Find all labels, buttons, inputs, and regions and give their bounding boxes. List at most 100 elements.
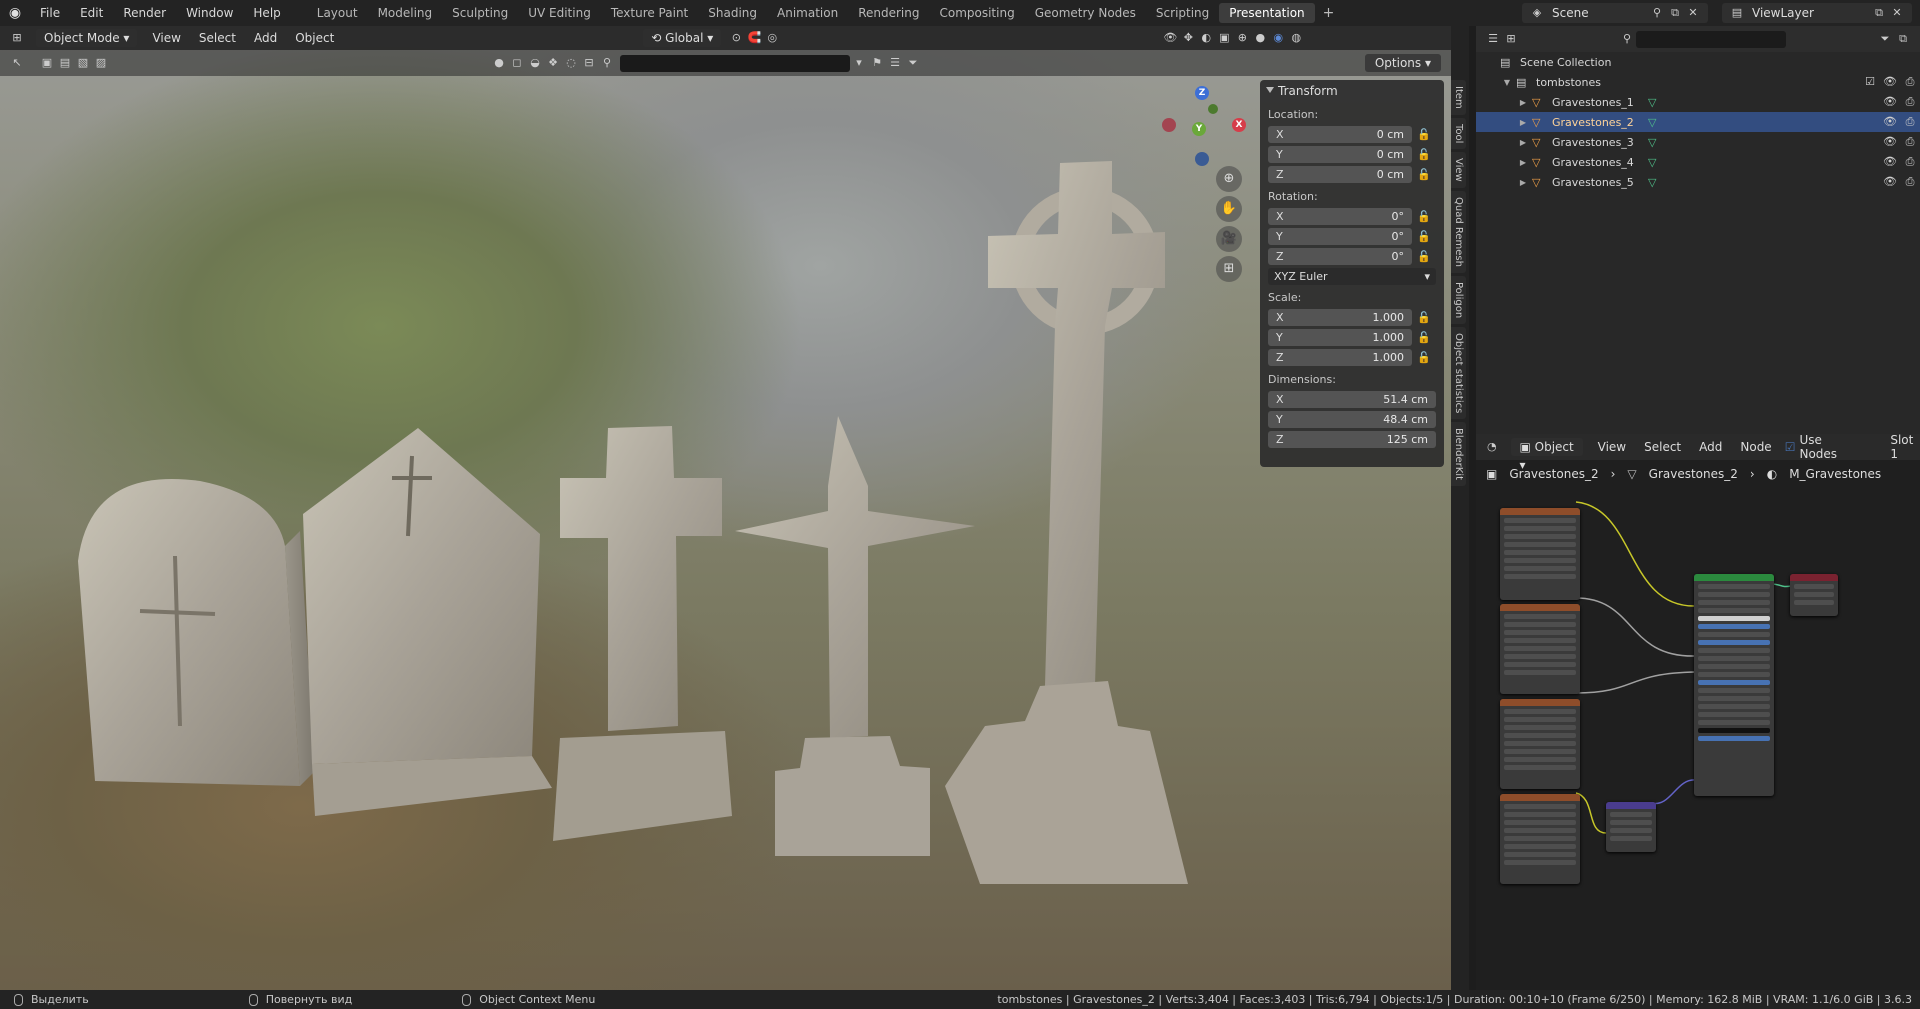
gizmo-y-axis[interactable]: Y <box>1192 122 1206 136</box>
breadcrumb-material[interactable]: M_Gravestones <box>1789 467 1881 481</box>
rotation-x-field[interactable]: X 0° <box>1268 207 1412 225</box>
lock-icon[interactable]: 🔓 <box>1412 331 1436 344</box>
location-z-field[interactable]: Z0 cm <box>1268 165 1412 183</box>
dimensions-y-field[interactable]: Y 48.4 cm <box>1268 410 1436 428</box>
lock-icon[interactable]: 🔓 <box>1412 351 1436 364</box>
pin-icon[interactable]: ⚲ <box>1648 4 1666 22</box>
camera-icon[interactable]: ⎙ <box>1900 75 1920 89</box>
proportional-edit-icon[interactable]: ◎ <box>763 29 781 47</box>
dimensions-z-field[interactable]: Z 125 cm <box>1268 430 1436 448</box>
tab-layout[interactable]: Layout <box>307 3 368 23</box>
tab-item[interactable]: Item <box>1451 80 1466 115</box>
asset-type-brush-icon[interactable]: ⊟ <box>580 54 598 72</box>
tab-geometry-nodes[interactable]: Geometry Nodes <box>1025 3 1146 23</box>
menu-object[interactable]: Object <box>286 31 343 45</box>
zoom-icon[interactable]: ⊕ <box>1216 166 1242 192</box>
camera-icon[interactable]: ⎙ <box>1900 155 1920 169</box>
eye-icon[interactable]: 👁 <box>1880 175 1900 189</box>
visibility-icon[interactable]: 👁 <box>1161 29 1179 47</box>
camera-icon[interactable]: ⎙ <box>1900 115 1920 129</box>
lock-icon[interactable]: 🔓 <box>1412 210 1436 223</box>
tab-animation[interactable]: Animation <box>767 3 848 23</box>
select-tool-icon[interactable]: ↖ <box>8 54 26 72</box>
tab-poligon[interactable]: Poligon <box>1451 275 1466 325</box>
select-invert-icon[interactable]: ▨ <box>92 54 110 72</box>
gravestone-4[interactable] <box>735 416 975 856</box>
outliner-item[interactable]: ▶ ▽ Gravestones_1 ▽ 👁 ⎙ <box>1476 92 1920 112</box>
transform-panel-title[interactable]: Transform <box>1260 80 1444 102</box>
gizmo-neg-z-axis[interactable] <box>1195 152 1209 166</box>
display-mode-icon[interactable]: ⊞ <box>1502 30 1520 48</box>
location-x-field[interactable]: X0 cm <box>1268 125 1412 143</box>
use-nodes-label[interactable]: Use Nodes <box>1799 433 1854 461</box>
scale-z-field[interactable]: Z 1.000 <box>1268 348 1412 366</box>
shader-node-editor[interactable]: ◔ ▣ Object ▾ View Select Add Node ☑ Use … <box>1476 433 1920 990</box>
camera-view-icon[interactable]: 🎥 <box>1216 226 1242 252</box>
view-layer-name[interactable]: ViewLayer <box>1752 6 1870 20</box>
expand-icon[interactable]: ▶ <box>1518 98 1528 107</box>
menu-window[interactable]: Window <box>176 0 243 26</box>
tab-sculpting[interactable]: Sculpting <box>442 3 518 23</box>
asset-type-model-icon[interactable]: ◻ <box>508 54 526 72</box>
mode-selector[interactable]: Object Mode ▾ <box>36 29 138 47</box>
tab-presentation[interactable]: Presentation <box>1219 3 1315 23</box>
outliner-item[interactable]: ▶ ▽ Gravestones_3 ▽ 👁 ⎙ <box>1476 132 1920 152</box>
location-y-field[interactable]: Y0 cm <box>1268 145 1412 163</box>
gravestone-2[interactable] <box>303 428 552 816</box>
breadcrumb-mesh[interactable]: Gravestones_2 <box>1649 467 1738 481</box>
expand-icon[interactable]: ▼ <box>1502 78 1512 87</box>
rotation-y-field[interactable]: Y 0° <box>1268 227 1412 245</box>
eye-icon[interactable]: 👁 <box>1880 135 1900 149</box>
filter-icon[interactable]: ⏷ <box>904 54 922 72</box>
tab-compositing[interactable]: Compositing <box>929 3 1024 23</box>
asset-type-material-icon[interactable]: ◒ <box>526 54 544 72</box>
filter-icon[interactable]: ⏷ <box>1876 30 1894 48</box>
remove-view-layer-icon[interactable]: ✕ <box>1888 4 1906 22</box>
expand-icon[interactable]: ▶ <box>1518 178 1528 187</box>
menu-node[interactable]: Node <box>1731 440 1780 454</box>
select-box-icon[interactable]: ▣ <box>38 54 56 72</box>
sort-icon[interactable]: ☰ <box>886 54 904 72</box>
principled-bsdf-node[interactable] <box>1694 574 1774 796</box>
asset-type-scene-icon[interactable]: ❖ <box>544 54 562 72</box>
camera-icon[interactable]: ⎙ <box>1900 135 1920 149</box>
new-collection-icon[interactable]: ⧉ <box>1894 30 1912 48</box>
rotation-z-field[interactable]: Z 0° <box>1268 247 1412 265</box>
material-output-node[interactable] <box>1790 574 1838 616</box>
shading-solid-icon[interactable]: ● <box>1251 29 1269 47</box>
eye-icon[interactable]: 👁 <box>1880 95 1900 109</box>
gravestone-5[interactable] <box>945 161 1188 884</box>
scene-collection-row[interactable]: ▤ Scene Collection <box>1476 52 1920 72</box>
gizmo-neg-x-axis[interactable] <box>1162 118 1176 132</box>
gravestone-3[interactable] <box>553 426 732 841</box>
lock-icon[interactable]: 🔓 <box>1412 311 1436 324</box>
pan-hand-icon[interactable]: ✋ <box>1216 196 1242 222</box>
ortho-toggle-icon[interactable]: ⊞ <box>1216 256 1242 282</box>
menu-select[interactable]: Select <box>190 31 245 45</box>
lock-icon[interactable]: 🔓 <box>1412 230 1436 243</box>
3d-viewport[interactable]: ⊞ Object Mode ▾ View Select Add Object ⟲… <box>0 26 1451 990</box>
xray-icon[interactable]: ▣ <box>1215 29 1233 47</box>
tab-blenderkit[interactable]: BlenderKit <box>1451 422 1466 487</box>
pivot-icon[interactable]: ⊙ <box>727 29 745 47</box>
options-button[interactable]: Options ▾ <box>1364 54 1441 72</box>
editor-type-icon[interactable]: ⊞ <box>8 29 26 47</box>
rotation-mode-select[interactable]: XYZ Euler ▾ <box>1268 268 1436 285</box>
editor-type-icon[interactable]: ☰ <box>1484 30 1502 48</box>
menu-edit[interactable]: Edit <box>70 0 113 26</box>
collection-row[interactable]: ▼ ▤ tombstones ☑ 👁 ⎙ <box>1476 72 1920 92</box>
outliner-item-selected[interactable]: ▶ ▽ Gravestones_2 ▽ 👁 ⎙ <box>1476 112 1920 132</box>
tab-modeling[interactable]: Modeling <box>368 3 443 23</box>
asset-search-input[interactable] <box>620 54 850 72</box>
gravestone-1[interactable] <box>78 478 315 786</box>
tab-tool[interactable]: Tool <box>1451 117 1466 150</box>
expand-icon[interactable]: ▶ <box>1518 138 1528 147</box>
asset-type-hdr-icon[interactable]: ◌ <box>562 54 580 72</box>
snap-icon[interactable]: 🧲 <box>745 29 763 47</box>
new-view-layer-icon[interactable]: ⧉ <box>1870 4 1888 22</box>
eye-icon[interactable]: 👁 <box>1880 155 1900 169</box>
menu-file[interactable]: File <box>30 0 70 26</box>
menu-render[interactable]: Render <box>113 0 176 26</box>
overlay-icon[interactable]: ◐ <box>1197 29 1215 47</box>
dropdown-icon[interactable]: ▾ <box>850 54 868 72</box>
